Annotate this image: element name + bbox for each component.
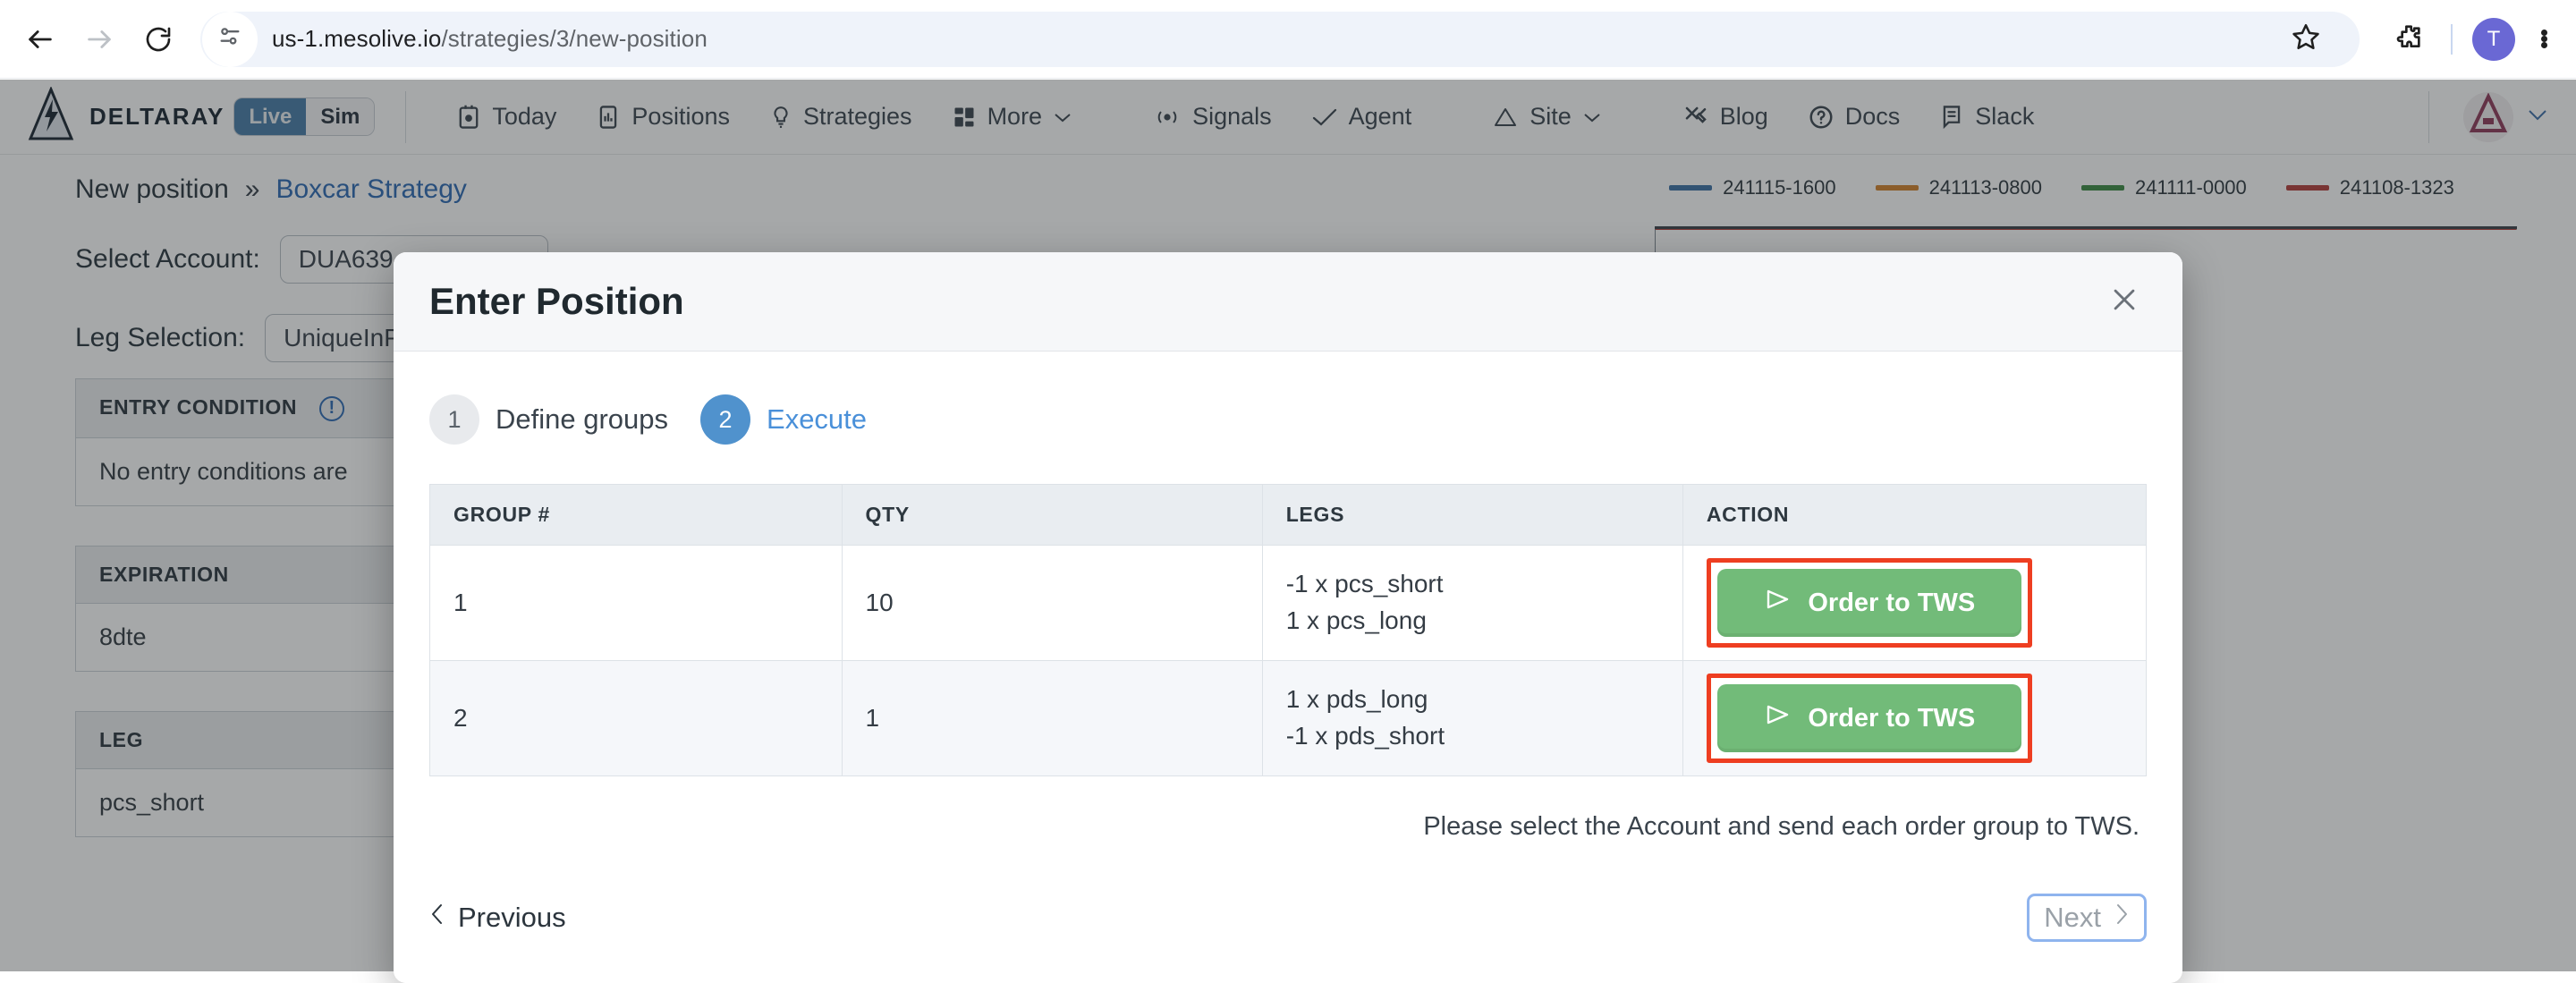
browser-nav-buttons bbox=[0, 12, 186, 67]
profile-initial: T bbox=[2487, 27, 2501, 52]
modal-header: Enter Position bbox=[394, 252, 2182, 352]
cell-qty: 1 bbox=[842, 661, 1262, 776]
step-number: 2 bbox=[700, 394, 750, 445]
order-to-tws-label: Order to TWS bbox=[1808, 704, 1975, 733]
col-header-legs: LEGS bbox=[1262, 485, 1682, 546]
chevron-right-icon bbox=[2114, 902, 2130, 934]
modal-instruction-note: Please select the Account and send each … bbox=[429, 776, 2147, 842]
table-row: 2 1 1 x pds_long -1 x pds_short Orde bbox=[430, 661, 2147, 776]
back-arrow-icon bbox=[25, 24, 55, 55]
step-number: 1 bbox=[429, 394, 479, 445]
profile-button[interactable]: T bbox=[2472, 18, 2515, 61]
puzzle-piece-icon bbox=[2394, 22, 2423, 55]
col-header-qty: QTY bbox=[842, 485, 1262, 546]
browser-toolbar: us-1.mesolive.io/strategies/3/new-positi… bbox=[0, 0, 2576, 79]
site-settings-button[interactable] bbox=[202, 12, 258, 67]
step-label: Define groups bbox=[496, 403, 668, 436]
wizard-steps: 1 Define groups 2 Execute bbox=[429, 387, 2147, 484]
next-label: Next bbox=[2044, 902, 2101, 934]
table-header-row: GROUP # QTY LEGS ACTION bbox=[430, 485, 2147, 546]
order-to-tws-button-group-1[interactable]: Order to TWS bbox=[1717, 569, 2021, 637]
order-button-highlight: Order to TWS bbox=[1707, 674, 2032, 763]
cell-legs: 1 x pds_long -1 x pds_short bbox=[1262, 661, 1682, 776]
cell-group-number: 2 bbox=[430, 661, 843, 776]
star-icon bbox=[2291, 21, 2321, 56]
previous-button[interactable]: Previous bbox=[429, 902, 566, 934]
order-button-highlight: Order to TWS bbox=[1707, 558, 2032, 648]
forward-button[interactable] bbox=[72, 12, 127, 67]
play-triangle-icon bbox=[1763, 702, 1792, 734]
next-button[interactable]: Next bbox=[2027, 894, 2147, 942]
modal-body: 1 Define groups 2 Execute GROUP # QTY LE… bbox=[394, 352, 2182, 842]
reload-button[interactable] bbox=[131, 12, 186, 67]
order-to-tws-label: Order to TWS bbox=[1808, 589, 1975, 618]
enter-position-modal: Enter Position 1 Define groups 2 Execute… bbox=[394, 252, 2182, 983]
step-label: Execute bbox=[767, 403, 867, 436]
browser-right-controls: T bbox=[2376, 12, 2576, 67]
three-dot-menu-icon bbox=[2541, 30, 2547, 48]
wizard-step-execute[interactable]: 2 Execute bbox=[700, 394, 867, 445]
cell-legs: -1 x pcs_short 1 x pcs_long bbox=[1262, 546, 1682, 661]
table-row: 1 10 -1 x pcs_short 1 x pcs_long Ord bbox=[430, 546, 2147, 661]
play-triangle-icon bbox=[1763, 587, 1792, 619]
cell-group-number: 1 bbox=[430, 546, 843, 661]
cell-qty: 10 bbox=[842, 546, 1262, 661]
url-text: us-1.mesolive.io/strategies/3/new-positi… bbox=[258, 25, 708, 53]
url-path: /strategies/3/new-position bbox=[441, 25, 707, 52]
toolbar-divider bbox=[2451, 24, 2453, 55]
cell-action: Order to TWS bbox=[1682, 546, 2146, 661]
url-host: us-1.mesolive.io bbox=[272, 25, 441, 52]
browser-menu-button[interactable] bbox=[2526, 12, 2562, 67]
previous-label: Previous bbox=[458, 902, 566, 934]
close-button[interactable] bbox=[2102, 279, 2147, 324]
modal-footer: Previous Next bbox=[394, 842, 2182, 983]
extensions-button[interactable] bbox=[2381, 12, 2436, 67]
site-settings-icon bbox=[217, 24, 242, 54]
order-to-tws-button-group-2[interactable]: Order to TWS bbox=[1717, 684, 2021, 752]
chevron-left-icon bbox=[429, 902, 445, 934]
forward-arrow-icon bbox=[84, 24, 114, 55]
back-button[interactable] bbox=[13, 12, 68, 67]
bookmark-button[interactable] bbox=[2252, 12, 2360, 67]
wizard-step-define-groups[interactable]: 1 Define groups bbox=[429, 394, 668, 445]
col-header-group: GROUP # bbox=[430, 485, 843, 546]
leg-line: 1 x pcs_long bbox=[1286, 603, 1659, 640]
leg-line: 1 x pds_long bbox=[1286, 682, 1659, 718]
leg-line: -1 x pds_short bbox=[1286, 718, 1659, 755]
col-header-action: ACTION bbox=[1682, 485, 2146, 546]
cell-action: Order to TWS bbox=[1682, 661, 2146, 776]
reload-icon bbox=[144, 25, 173, 54]
leg-line: -1 x pcs_short bbox=[1286, 566, 1659, 603]
address-bar[interactable]: us-1.mesolive.io/strategies/3/new-positi… bbox=[200, 12, 2360, 67]
order-groups-table: GROUP # QTY LEGS ACTION 1 10 -1 x pcs_sh… bbox=[429, 484, 2147, 776]
page-title: Enter Position bbox=[429, 280, 684, 323]
close-icon bbox=[2109, 284, 2140, 319]
